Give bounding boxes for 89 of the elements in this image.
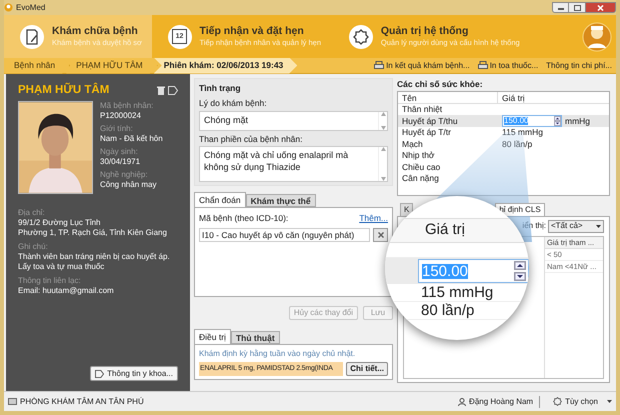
column-header: Giá trị: [425, 220, 466, 240]
diagnosis-field[interactable]: I10 - Cao huyết áp vô căn (nguyên phát): [199, 228, 370, 242]
caret-icon: [596, 224, 601, 228]
caret-icon: [607, 400, 612, 403]
printer-icon: [478, 61, 488, 70]
patient-name: PHẠM HỮU TÂM: [18, 82, 110, 98]
clinic-name: PHÒNG KHÁM TÂM AN TÂN PHÚ: [20, 396, 144, 408]
spin-down-icon[interactable]: [514, 272, 526, 281]
scroll-down-icon: [380, 126, 386, 130]
toolbar-button[interactable]: In toa thuốc...: [474, 60, 542, 72]
printer-icon: [374, 61, 384, 70]
scroll-up-icon: [380, 147, 386, 152]
tab[interactable]: Khám thực thể: [246, 194, 316, 208]
settings-icon: [553, 397, 562, 406]
field-label: Mã bệnh (theo ICD-10):: [199, 212, 288, 225]
maximize-button[interactable]: [569, 2, 586, 13]
field-value: Thành viên ban tráng niên bị cao huyết áp. Lấy toa và tự mua thuốc: [18, 252, 171, 272]
text-area[interactable]: Chóng mặt: [199, 110, 388, 130]
close-button[interactable]: [586, 2, 616, 13]
trash-icon[interactable]: [157, 86, 165, 96]
table-cell: 80 lần/p: [421, 303, 474, 318]
field-label: Giới tính:: [100, 124, 134, 134]
table-cell-text: Chiều cao: [401, 162, 442, 172]
field-label: Thông tin liên lạc:: [18, 276, 82, 286]
table-cell: 80 lần/p: [502, 138, 532, 150]
toolbar-button[interactable]: Thông tin chi phí...: [542, 60, 616, 72]
breadcrumb-item[interactable]: PHẠM HỮU TÂM: [66, 58, 158, 74]
table-cell-text: Thân nhiệt: [401, 104, 444, 115]
tab[interactable]: Chẩn đoán: [194, 192, 246, 208]
field-label: Mã bệnh nhân:: [100, 101, 154, 112]
field-value: Email: huutam@gmail.com: [18, 286, 115, 296]
column-header: Giá trị: [501, 92, 526, 103]
field-label: Than phiền của bệnh nhân:: [199, 132, 304, 146]
scroll-down-icon: [380, 177, 386, 182]
mascot-logo-icon: [582, 22, 612, 52]
table-cell: 115 mmHg: [502, 127, 543, 138]
table-cell-text: Mạch: [401, 138, 424, 150]
module-title: Tiếp nhận và đặt hẹn: [200, 25, 305, 38]
spin-down-icon[interactable]: [554, 121, 561, 126]
module-title: Khám chữa bệnh: [52, 25, 139, 38]
treatment-note: Khám định kỳ hằng tuần vào ngày chủ nhật.: [199, 348, 356, 360]
minimize-button[interactable]: [552, 2, 569, 13]
user-icon: [458, 398, 466, 406]
field-label: Ghi chú:: [18, 242, 49, 252]
filter-dropdown[interactable]: <Tất cả>: [548, 220, 604, 233]
scroll-up-icon: [380, 112, 386, 116]
close-icon: [597, 4, 604, 10]
tab[interactable]: Thủ thuật: [230, 331, 280, 344]
details-button[interactable]: Chi tiết...: [346, 362, 388, 376]
notepad-icon: [25, 28, 39, 44]
field-value: 99/1/2 Đường Lục Tỉnh: [18, 218, 102, 228]
unit-label: mmHg: [565, 114, 590, 128]
group-title: Các chỉ số sức khỏe:: [397, 78, 484, 91]
field-value: 30/04/1971: [100, 157, 142, 168]
clinic-icon: [8, 398, 17, 406]
remove-button[interactable]: [373, 228, 388, 242]
filter-label: iển thị:: [522, 220, 546, 232]
column-header: Tên: [398, 92, 498, 103]
spin-up-icon[interactable]: [514, 261, 526, 270]
field-label: Nghề nghiệp:: [100, 170, 149, 180]
field-value: Công nhân may: [100, 180, 158, 190]
table-cell-text: Cân nặng: [401, 173, 440, 184]
field-value: Phường 1, TP. Rạch Giá, Tỉnh Kiên Giang: [18, 228, 168, 238]
tab[interactable]: K: [400, 202, 414, 216]
breadcrumb-item[interactable]: Phiên khám: 02/06/2013 19:43: [154, 58, 298, 74]
add-link[interactable]: Thêm...: [359, 212, 388, 225]
field-value: Nam - Đã kết hôn: [100, 134, 163, 144]
user-name: Đặng Hoàng Nam: [469, 396, 540, 408]
module-title: Quản trị hệ thống: [380, 25, 470, 38]
options-button[interactable]: Tùy chọn: [553, 396, 612, 408]
gear-icon: [352, 28, 369, 44]
field-label: Lý do khám bệnh:: [199, 96, 268, 110]
field-value: P12000024: [100, 111, 142, 122]
table-cell: 115 mmHg: [421, 285, 494, 300]
field-label: Ngày sinh:: [100, 147, 139, 158]
medical-info-button[interactable]: Thông tin y khoa...: [90, 366, 178, 381]
table-cell-text: Huyết áp T/tr: [401, 127, 452, 138]
spin-up-icon[interactable]: [554, 116, 561, 121]
table-cell-text: Huyết áp T/thu: [401, 116, 459, 126]
close-icon: [378, 232, 384, 238]
field-label: Địa chỉ:: [18, 208, 46, 218]
table-cell-text: Nhịp thở: [401, 150, 436, 161]
group-title: Tình trạng: [199, 82, 242, 95]
app-logo-icon: [4, 3, 13, 12]
toolbar-button[interactable]: In kết quả khám bệnh...: [370, 60, 474, 72]
text-area[interactable]: Chóng mặt và chỉ uống enalapril mà không sử dụng Thiazide: [199, 146, 388, 182]
table-row[interactable]: Huyết áp T/thu 150.00 mmHg: [398, 115, 609, 127]
tab[interactable]: Điều trị: [194, 329, 231, 344]
window-title: EvoMed: [16, 2, 46, 14]
